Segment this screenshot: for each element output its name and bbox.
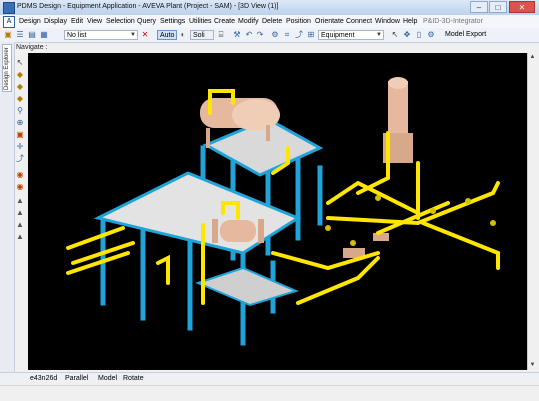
view-model-icon[interactable]: ◆ [15,82,25,92]
menu-position[interactable]: Position [286,18,311,25]
3d-viewport[interactable] [28,53,527,370]
delete-x-icon[interactable]: ✕ [140,30,150,40]
view-pointer-icon[interactable]: ↖ [15,58,25,68]
menu-delete[interactable]: Delete [262,18,282,25]
pump-2 [373,233,389,241]
design-icon[interactable]: ▣ [3,30,13,40]
equipment-icon[interactable]: ⚙ [270,30,280,40]
window-title: PDMS Design - Equipment Application - AV… [17,3,279,10]
menu-settings[interactable]: Settings [160,18,185,25]
menu-create[interactable]: Create [214,18,235,25]
minimize-icon: – [476,3,482,12]
maximize-button[interactable]: □ [489,1,507,13]
toolbar: ▣ ☰ ▤ ▦ No list ▼ ✕ Auto ◐ Soli ⌸ ⚒ ↶ ↷ … [0,28,539,43]
menu-query[interactable]: Query [137,18,156,25]
model-export-label: Model Export [445,31,487,38]
menu-connect[interactable]: Connect [346,18,372,25]
pan-icon[interactable]: ✛ [15,142,25,152]
scroll-up-icon[interactable]: ▲ [528,53,537,62]
chevron-down-icon: ▼ [376,32,382,38]
clip-box-icon[interactable]: ▲ [15,208,25,218]
design-explorer-tab[interactable]: Design Explorer [2,44,12,92]
piping [66,89,500,305]
close-button[interactable]: ✕ [509,1,535,13]
menu-view[interactable]: View [87,18,102,25]
cylinder-icon[interactable]: ⌸ [216,30,226,40]
solid-mode-icon[interactable]: ◐ [178,30,188,40]
model-export-button[interactable]: Model Export [445,30,486,40]
menu-modify[interactable]: Modify [238,18,259,25]
status-projection: Parallel [65,375,89,382]
plant-model [66,77,500,346]
status-direction: e43n26d [30,375,58,382]
navigate-label: Navigate : [16,44,48,51]
maximize-icon: □ [495,3,501,12]
pipe-icon[interactable]: ⌗ [282,30,292,40]
left-dock: Design Explorer [0,42,15,372]
bottom-strip [0,385,539,401]
equipment-dropdown[interactable]: Equipment ▼ [318,30,384,40]
vertical-scrollbar[interactable]: ▲ ▼ [527,53,537,370]
auto-label: Auto [160,32,175,39]
undo-icon[interactable]: ↶ [244,30,254,40]
minimize-button[interactable]: – [470,1,488,13]
limits-icon[interactable]: ▣ [15,130,25,140]
zoom-in-icon[interactable]: ⊕ [15,118,25,128]
list-dropdown-value: No list [67,32,87,39]
menu-orientate[interactable]: Orientate [315,18,344,25]
list-dropdown[interactable]: No list ▼ [64,30,138,40]
pick-icon[interactable]: ✥ [402,30,412,40]
design-explorer-label: Design Explorer [4,47,10,90]
mdi-icon[interactable]: A [3,16,15,28]
menu-design[interactable]: Design [19,18,41,25]
menu-pid-3d-integrator[interactable]: P&ID-3D-Integrator [423,18,483,25]
menu-help[interactable]: Help [403,18,417,25]
clip-plane-icon[interactable]: ▲ [15,220,25,230]
clip-icon[interactable]: ▲ [15,196,25,206]
menu-display[interactable]: Display [44,18,67,25]
menu-bar: A Design Display Edit View Selection Que… [0,15,539,29]
menu-utilities[interactable]: Utilities [189,18,212,25]
rotate-icon[interactable]: ⤴ [15,154,25,164]
lock-icon[interactable]: ▯ [414,30,424,40]
redo-icon[interactable]: ↷ [255,30,265,40]
section-icon[interactable]: ◉ [15,182,25,192]
status-mode: Model [98,375,118,382]
status-action: Rotate [123,375,144,382]
close-icon: ✕ [518,3,526,12]
display-style-value: Soli [193,32,205,39]
scroll-down-icon[interactable]: ▼ [528,361,537,370]
menu-selection[interactable]: Selection [106,18,135,25]
menu-edit[interactable]: Edit [71,18,83,25]
pointer-icon[interactable]: ↖ [390,30,400,40]
members-icon[interactable]: ☰ [15,30,25,40]
component-icon[interactable]: ⊞ [306,30,316,40]
display-style-dropdown[interactable]: Soli [190,30,214,40]
list-icon[interactable]: ▤ [27,30,37,40]
zoom-icon[interactable]: ⚲ [15,106,25,116]
eye-icon[interactable]: ◉ [15,170,25,180]
status-bar: e43n26d Parallel Model Rotate [0,372,539,385]
lower-deck [195,266,299,307]
clip-reset-icon[interactable]: ▲ [15,232,25,242]
grid-icon[interactable]: ▦ [39,30,49,40]
branch-icon[interactable]: ⤴ [294,30,304,40]
navigate-field[interactable] [48,43,528,52]
chevron-down-icon: ▼ [130,32,136,38]
menu-window[interactable]: Window [375,18,400,25]
settings-icon[interactable]: ⚙ [426,30,436,40]
view-plane-icon[interactable]: ◆ [15,94,25,104]
title-bar: PDMS Design - Equipment Application - AV… [0,0,539,16]
app-icon [3,2,15,14]
view-walk-icon[interactable]: ◆ [15,70,25,80]
auto-button[interactable]: Auto [157,30,178,40]
equipment-dropdown-value: Equipment [321,32,355,39]
tool-icon[interactable]: ⚒ [232,30,242,40]
